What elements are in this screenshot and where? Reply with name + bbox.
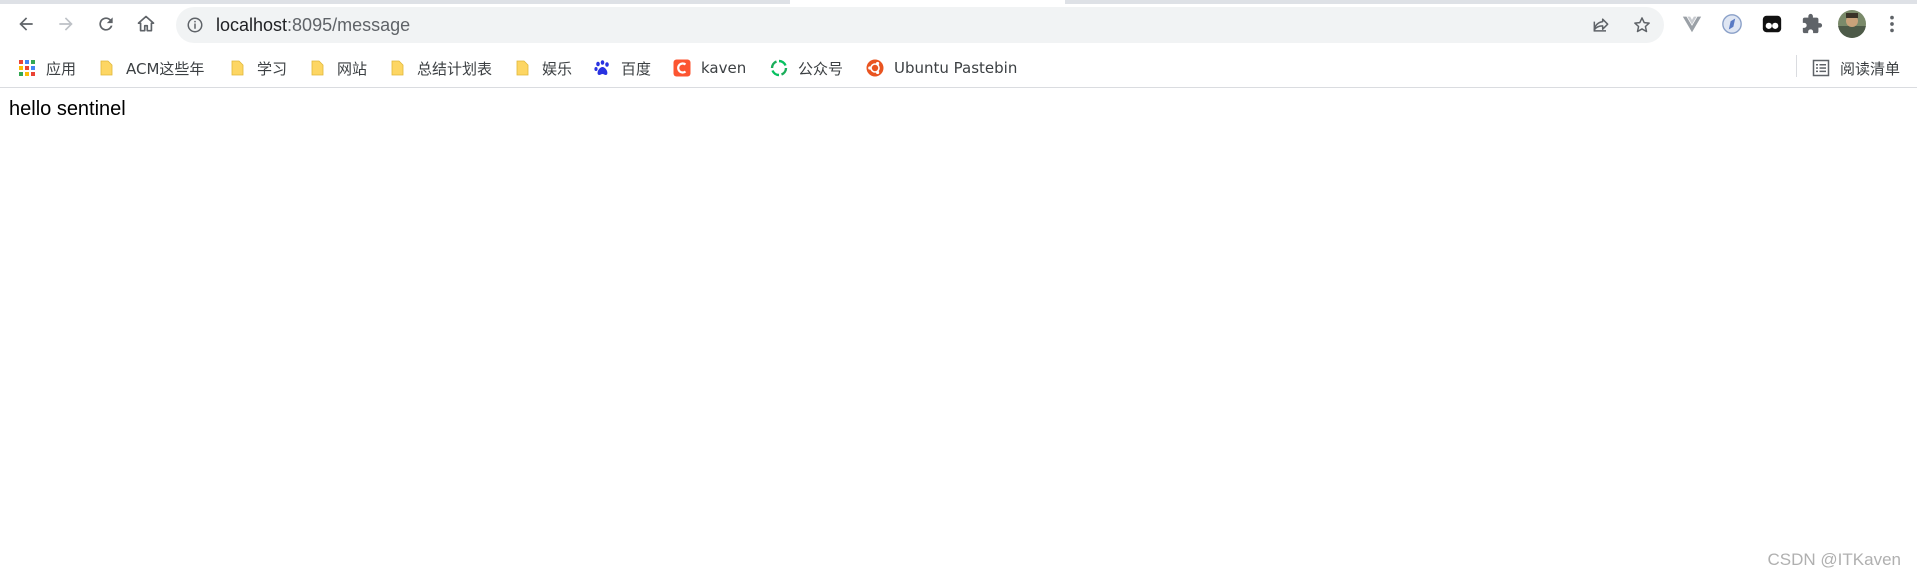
home-icon — [137, 15, 155, 32]
star-icon — [1634, 17, 1650, 33]
bookmark-folder-entertainment[interactable]: 娱乐 — [514, 54, 572, 82]
bookmark-folder-acm[interactable]: ACM这些年 — [98, 54, 204, 82]
bookmark-label: kaven — [701, 59, 747, 77]
share-button[interactable] — [1589, 13, 1613, 37]
body-text: hello sentinel — [9, 98, 126, 120]
address-bar[interactable]: localhost:8095/message — [176, 7, 1664, 43]
url-path: :8095/message — [287, 15, 411, 35]
bookmark-baidu[interactable]: 百度 — [593, 54, 651, 82]
reload-icon — [99, 17, 113, 31]
reload-button[interactable] — [90, 8, 122, 40]
extension-vue[interactable] — [1680, 12, 1704, 36]
browser-menu-button[interactable] — [1880, 12, 1904, 36]
back-button[interactable] — [10, 8, 42, 40]
bookmark-ubuntu-pastebin[interactable]: Ubuntu Pastebin — [866, 54, 1017, 82]
vue-devtools-icon — [1682, 16, 1702, 33]
more-vertical-icon — [1890, 15, 1894, 33]
bookmark-wechat-official[interactable]: 公众号 — [770, 54, 843, 82]
arrow-left-icon — [19, 17, 33, 31]
url-host: localhost — [216, 15, 288, 35]
bookmark-folder-study[interactable]: 学习 — [229, 54, 287, 82]
bookmark-label: ACM这些年 — [126, 59, 205, 78]
extensions-button[interactable] — [1800, 12, 1824, 36]
csdn-icon — [673, 59, 691, 77]
bookmark-label: 网站 — [337, 59, 368, 78]
site-info-icon[interactable] — [186, 16, 204, 34]
bookmark-label: Ubuntu Pastebin — [894, 59, 1018, 77]
bookmark-kaven[interactable]: kaven — [673, 54, 746, 82]
arrow-right-icon — [59, 17, 73, 31]
puzzle-icon — [1802, 13, 1823, 34]
bookmarks-separator — [1796, 55, 1797, 77]
folder-icon — [514, 59, 532, 77]
bookmark-label: 娱乐 — [542, 59, 573, 78]
address-url[interactable]: localhost:8095/message — [216, 7, 410, 43]
bookmark-apps[interactable]: 应用 — [18, 54, 76, 82]
bookmarks-bar: 应用 ACM这些年 学习 网站 总结计划表 娱乐 百度 kaven 公众号 Ub… — [0, 48, 1917, 88]
profile-avatar[interactable] — [1838, 10, 1866, 38]
reading-list-icon — [1812, 59, 1830, 77]
watermark: CSDN @ITKaven — [1767, 550, 1901, 569]
forward-button[interactable] — [50, 8, 82, 40]
bookmark-label: 应用 — [46, 59, 77, 78]
folder-icon — [229, 59, 247, 77]
home-button[interactable] — [130, 8, 162, 40]
folder-icon — [98, 59, 116, 77]
browser-toolbar: localhost:8095/message — [0, 0, 1917, 48]
page-body: hello sentinel — [9, 98, 126, 121]
avatar-icon — [1838, 10, 1866, 38]
extension-compass[interactable] — [1720, 12, 1744, 36]
compass-icon — [1722, 14, 1742, 34]
bookmark-label: 总结计划表 — [417, 59, 493, 78]
wechat-icon — [770, 59, 788, 77]
tampermonkey-icon — [1762, 15, 1782, 33]
extension-tampermonkey[interactable] — [1760, 12, 1784, 36]
reading-list-label: 阅读清单 — [1840, 59, 1901, 78]
bookmark-folder-plans[interactable]: 总结计划表 — [389, 54, 492, 82]
bookmark-star-button[interactable] — [1630, 13, 1654, 37]
bookmark-label: 学习 — [257, 59, 288, 78]
folder-icon — [389, 59, 407, 77]
bookmark-folder-websites[interactable]: 网站 — [309, 54, 367, 82]
reading-list-button[interactable]: 阅读清单 — [1812, 54, 1900, 82]
share-icon — [1593, 18, 1609, 32]
bookmark-label: 百度 — [621, 59, 652, 78]
folder-icon — [309, 59, 327, 77]
apps-grid-icon — [18, 59, 36, 77]
baidu-paw-icon — [593, 59, 611, 77]
ubuntu-icon — [866, 59, 884, 77]
bookmark-label: 公众号 — [798, 59, 844, 78]
